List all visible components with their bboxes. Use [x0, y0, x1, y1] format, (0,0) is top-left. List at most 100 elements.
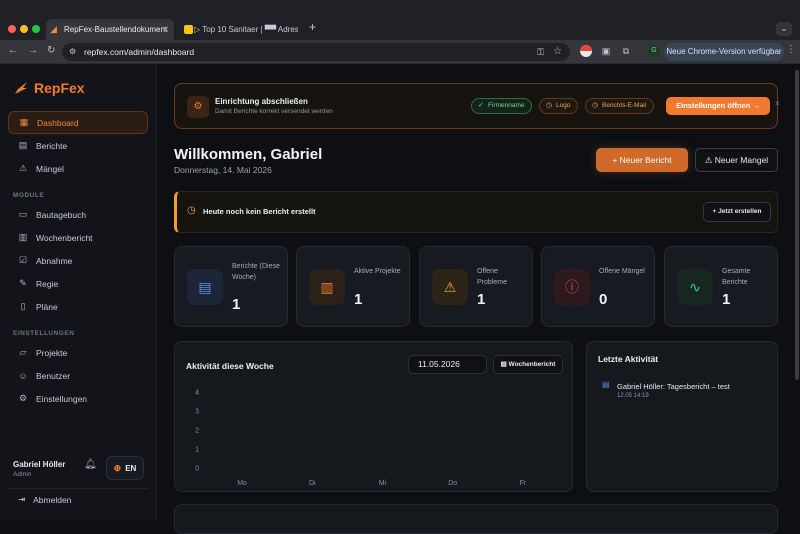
chip-firmenname[interactable]: ✓ Firmenname — [471, 98, 533, 114]
chrome-update-button[interactable]: Neue Chrome-Version verfügbar — [664, 43, 784, 61]
nav-label: Dashboard — [37, 117, 79, 128]
password-key-icon[interactable]: ⚿ — [537, 43, 544, 61]
check-circle-icon: ✓ — [478, 102, 484, 109]
repfex-logo-icon — [13, 82, 27, 94]
back-arrow-icon[interactable]: ← — [8, 45, 18, 56]
nav-label: Pläne — [36, 301, 58, 312]
open-settings-button[interactable]: Einstellungen öffnen → — [666, 97, 770, 115]
nav-label: Einstellungen — [36, 393, 88, 404]
browser-tab-repfex[interactable]: ◢ RepFex-Baustellendokument ✕ — [46, 19, 174, 40]
site-info-icon[interactable]: ⚙ — [69, 43, 76, 61]
x-tick-label: Fr — [520, 480, 527, 487]
window-minimize-button[interactable] — [20, 25, 28, 33]
x-tick-label: Mo — [237, 480, 247, 487]
nav-regie[interactable]: ✎ Regie — [8, 272, 148, 295]
current-date: Donnerstag, 14. Mai 2026 — [174, 165, 272, 175]
tab-close-icon[interactable]: ✕ — [162, 19, 169, 40]
nav-maengel[interactable]: ⚠ Mängel — [8, 157, 148, 180]
language-switch-button[interactable]: ⊕ EN — [106, 456, 144, 480]
chip-berichts-email[interactable]: ◷ Berichts-E-Mail — [585, 98, 655, 114]
logo[interactable]: RepFex — [12, 80, 85, 96]
page-scrollbar[interactable] — [795, 70, 799, 380]
stat-label: Offene Mängel — [599, 268, 645, 275]
new-tab-button[interactable]: + — [309, 20, 316, 34]
browser-tab-top10[interactable]: ▷ Top 10 Sanitaer | ▀▀ Adres — [180, 19, 298, 40]
warning-icon: ⚠ — [432, 269, 468, 305]
folder-icon: ▱ — [19, 347, 27, 357]
globe-icon: ⊕ — [113, 462, 122, 473]
pokeball-extension-icon[interactable] — [580, 45, 592, 57]
window-maximize-button[interactable] — [32, 25, 40, 33]
nav-label: Bautagebuch — [36, 209, 87, 220]
stat-value: 1 — [354, 291, 363, 308]
stat-card-gesamte-berichte[interactable]: ∿ Gesamte Berichte 1 — [664, 246, 778, 327]
y-tick-label: 2 — [195, 428, 199, 435]
browser-toolbar: ← → ↻ ⚙ repfex.com/admin/dashboard ⚿ ☆ ▣… — [0, 40, 800, 64]
bell-icon[interactable]: 🔔︎ — [84, 459, 97, 470]
nav-bautagebuch[interactable]: ▭ Bautagebuch — [8, 203, 148, 226]
nav-einstellungen[interactable]: ⚙ Einstellungen — [8, 387, 148, 410]
stat-label: Berichte (Diese Woche) — [232, 263, 280, 281]
section-label-einstellungen: EINSTELLUNGEN — [13, 330, 75, 337]
address-bar[interactable]: ⚙ repfex.com/admin/dashboard ⚿ ☆ — [62, 43, 570, 61]
site-favicon-icon — [184, 25, 193, 34]
main-content: ⚙ Einrichtung abschließen Damit Berichte… — [158, 64, 800, 534]
repfex-favicon-icon: ◢ — [50, 24, 57, 34]
tab-search-icon[interactable]: ⌄ — [776, 22, 792, 36]
card-title: Aktivität diese Woche — [186, 361, 274, 371]
create-now-button[interactable]: + Jetzt erstellen — [703, 202, 771, 222]
warning-icon: ⚠ — [18, 163, 28, 173]
logout-icon: ⇥ — [18, 494, 26, 504]
stat-value: 1 — [232, 296, 241, 313]
chip-label: Logo — [556, 102, 571, 109]
clock-icon: ◷ — [187, 205, 196, 216]
nav-label: Projekte — [36, 347, 68, 358]
chip-label: Berichts-E-Mail — [602, 102, 647, 109]
tab-title: ▷ Top 10 Sanitaer | ▀▀ Adres — [194, 25, 298, 34]
url-text: repfex.com/admin/dashboard — [84, 47, 195, 57]
window-close-button[interactable] — [8, 25, 16, 33]
section-label-module: MODULE — [13, 192, 45, 199]
recent-item-title[interactable]: Gabriel Höller: Tagesbericht – test — [617, 382, 730, 391]
new-defect-button[interactable]: ⚠ Neuer Mangel — [695, 148, 778, 172]
nav-label: Mängel — [36, 163, 64, 174]
y-tick-label: 3 — [195, 409, 199, 416]
clock-icon: ◷ — [592, 102, 599, 109]
close-icon[interactable]: × — [775, 99, 780, 108]
stat-card-offene-maengel[interactable]: ⓘ Offene Mängel 0 — [541, 246, 655, 327]
logout-button[interactable]: ⇥ Abmelden — [8, 488, 148, 510]
nav-wochenbericht[interactable]: ▥ Wochenbericht — [8, 226, 148, 249]
stat-card-berichte-woche[interactable]: ▤ Berichte (Diese Woche) 1 — [174, 246, 288, 327]
nav-plaene[interactable]: ▯ Pläne — [8, 295, 148, 318]
nav-projekte[interactable]: ▱ Projekte — [8, 341, 148, 364]
media-icon[interactable]: ▣ — [600, 45, 612, 57]
user-name: Gabriel Höller — [13, 460, 66, 469]
file-icon: ▯ — [20, 301, 26, 311]
reload-icon[interactable]: ↻ — [47, 45, 55, 56]
bookmark-star-icon[interactable]: ☆ — [553, 43, 562, 61]
browser-menu-icon[interactable]: ⋮ — [786, 44, 796, 55]
weekly-report-button[interactable]: ▤ Wochenbericht — [493, 355, 563, 374]
clock-icon: ◷ — [546, 102, 553, 109]
nav-abnahme[interactable]: ☑ Abnahme — [8, 249, 148, 272]
forward-arrow-icon[interactable]: → — [28, 45, 38, 56]
stat-card-offene-probleme[interactable]: ⚠ Offene Probleme 1 — [419, 246, 533, 327]
stat-value: 1 — [477, 291, 486, 308]
week-date-input[interactable]: 11.05.2026 — [408, 355, 487, 374]
folder-icon: ▥ — [309, 269, 345, 305]
bottom-card — [174, 504, 778, 534]
document-icon: ▤ — [602, 380, 610, 389]
chip-logo[interactable]: ◷ Logo — [539, 98, 579, 114]
browser-tab-strip: ◢ RepFex-Baustellendokument ✕ ▷ Top 10 S… — [0, 0, 800, 40]
stat-label: Gesamte Berichte — [722, 268, 751, 286]
nav-dashboard[interactable]: ▦ Dashboard — [8, 111, 148, 134]
alert-circle-icon: ⓘ — [554, 269, 590, 305]
extensions-puzzle-icon[interactable]: ⧉ — [620, 45, 632, 57]
stat-card-aktive-projekte[interactable]: ▥ Aktive Projekte 1 — [296, 246, 410, 327]
y-tick-label: 0 — [195, 466, 199, 473]
sidebar: RepFex ▦ Dashboard ▤ Berichte ⚠ Mängel M… — [0, 64, 157, 520]
new-report-button[interactable]: + Neuer Bericht — [596, 148, 688, 172]
nav-berichte[interactable]: ▤ Berichte — [8, 134, 148, 157]
nav-benutzer[interactable]: ☺ Benutzer — [8, 364, 148, 387]
profile-avatar[interactable]: G — [648, 45, 660, 57]
